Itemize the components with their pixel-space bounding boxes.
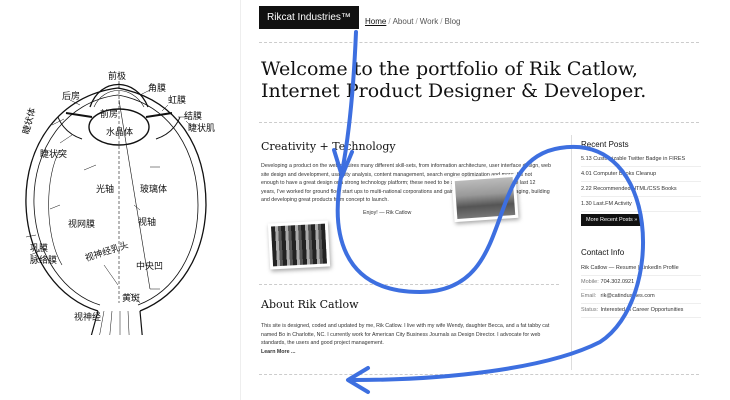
more-posts-button[interactable]: More Recent Posts » <box>581 214 643 226</box>
label-ciliary-body: 睫状体 <box>20 106 39 135</box>
label-macula: 黄斑 <box>122 292 140 304</box>
nav-home[interactable]: Home <box>365 17 386 26</box>
label-ciliary-muscle: 睫状肌 <box>188 122 215 134</box>
label-optic-nerve: 视神经 <box>74 311 101 323</box>
about-text: This site is designed, coded and updated… <box>261 323 551 357</box>
site-logo[interactable]: Rikcat Industries™ <box>259 6 359 29</box>
contact-heading: Contact Info <box>581 248 625 257</box>
label-sclera: 巩膜 <box>30 243 48 254</box>
post-link[interactable]: 2.22 Recommended HTML/CSS Books <box>581 182 701 197</box>
nav-work[interactable]: Work <box>420 17 439 26</box>
nav-about[interactable]: About <box>393 17 414 26</box>
contact-email: Email: rik@catindustries.com <box>581 290 701 304</box>
column-divider <box>571 135 572 370</box>
label-visual-axis: 视轴 <box>138 216 156 228</box>
label-retina: 视网膜 <box>68 218 95 230</box>
contact-links[interactable]: Rik Catlow — Resume | LinkedIn Profile <box>581 262 701 276</box>
recent-posts-heading: Recent Posts <box>581 140 629 149</box>
label-fovea: 中央凹 <box>136 260 163 272</box>
label-ciliary-process: 睫状突 <box>40 148 67 160</box>
label-cornea: 角膜 <box>148 82 166 94</box>
label-vitreous: 玻璃体 <box>140 183 167 195</box>
label-posterior-chamber: 后房 <box>62 90 80 102</box>
portfolio-website: Rikcat Industries™ Home / About / Work / Blog … <box>240 0 730 400</box>
label-anterior-chamber: 前房 <box>100 108 118 120</box>
machinery-photo <box>267 220 331 270</box>
divider <box>259 122 699 123</box>
label-choroid: 脉络膜 <box>30 254 57 266</box>
divider <box>259 374 699 375</box>
factory-photo <box>451 173 519 223</box>
main-nav: Home / About / Work / Blog <box>365 17 461 26</box>
label-optic-axis: 光轴 <box>96 183 114 195</box>
divider <box>259 42 699 43</box>
contact-mobile: Mobile: 704.302.0921 <box>581 276 701 290</box>
page-headline: Welcome to the portfolio of Rik Catlow, … <box>261 58 647 102</box>
label-anterior-pole: 前极 <box>108 70 126 82</box>
email-link[interactable]: rik@catindustries.com <box>601 293 655 299</box>
recent-posts-list: 5.13 Customizable Twitter Badge in FIRES… <box>581 152 701 212</box>
learn-more-link[interactable]: Learn More ... <box>261 348 551 357</box>
divider <box>259 284 559 285</box>
creativity-heading: Creativity + Technology <box>261 140 396 153</box>
eye-anatomy-diagram: 前极 角膜 虹膜 后房 前房 水晶体 结膜 睫状肌 睫状体 睫状突 光轴 玻璃体… <box>20 70 215 335</box>
post-link[interactable]: 4.01 Computer Books Cleanup <box>581 167 701 182</box>
about-heading: About Rik Catlow <box>261 298 359 311</box>
post-link[interactable]: 1.30 Last.FM Activity <box>581 197 701 212</box>
label-optic-disc: 视神经乳头 <box>83 239 130 264</box>
label-iris: 虹膜 <box>168 95 186 106</box>
nav-blog[interactable]: Blog <box>444 17 460 26</box>
post-link[interactable]: 5.13 Customizable Twitter Badge in FIRES <box>581 152 701 167</box>
label-conjunctiva: 结膜 <box>184 110 202 122</box>
contact-status: Status: Interested in Career Opportuniti… <box>581 304 701 318</box>
contact-info: Rik Catlow — Resume | LinkedIn Profile M… <box>581 262 701 318</box>
label-lens: 水晶体 <box>106 126 133 138</box>
